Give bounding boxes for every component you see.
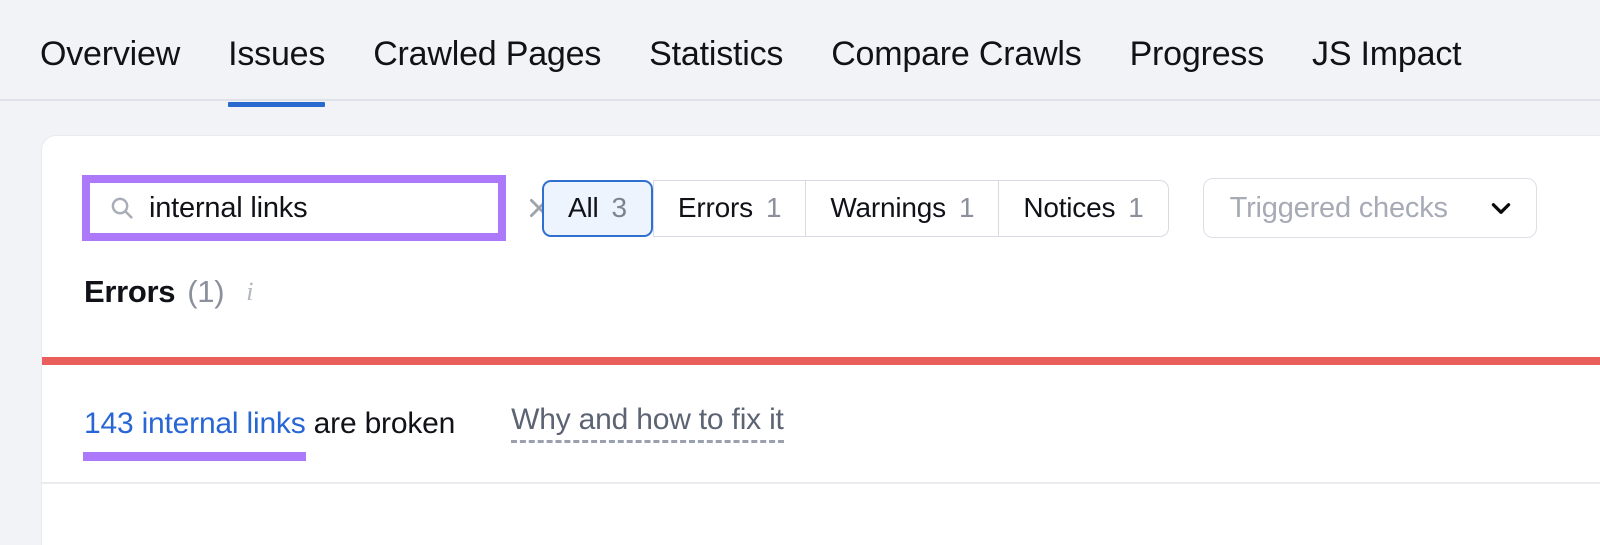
table-row: 143 internal links are broken Why and ho… <box>42 365 1600 484</box>
issue-filter-group: All 3 Errors 1 Warnings 1 Notices 1 <box>542 179 1169 237</box>
main-navigation: Overview Issues Crawled Pages Statistics… <box>0 0 1600 107</box>
filter-all-label: All <box>568 192 599 223</box>
search-field-highlight <box>82 175 548 241</box>
errors-section-heading: Errors (1) i <box>42 246 1600 310</box>
triggered-checks-dropdown[interactable]: Triggered checks <box>1202 178 1537 238</box>
errors-count: (1) <box>187 274 225 309</box>
error-severity-bar <box>42 357 1600 365</box>
filter-notices-label: Notices <box>1023 192 1116 223</box>
search-field[interactable] <box>90 183 548 233</box>
filter-notices[interactable]: Notices 1 <box>998 179 1169 237</box>
filter-warnings[interactable]: Warnings 1 <box>805 179 999 237</box>
filter-errors-count: 1 <box>765 192 782 223</box>
search-icon <box>109 195 135 221</box>
issue-description: 143 internal links are broken <box>84 407 455 441</box>
issue-rest-text: are broken <box>305 406 456 440</box>
issue-link[interactable]: 143 internal links <box>84 407 306 440</box>
filter-all[interactable]: All 3 <box>542 179 653 237</box>
search-input[interactable] <box>149 191 526 225</box>
tab-compare-crawls[interactable]: Compare Crawls <box>831 0 1082 105</box>
filter-warnings-count: 1 <box>958 192 975 223</box>
filter-errors[interactable]: Errors 1 <box>652 179 806 237</box>
chevron-down-icon <box>1488 195 1514 221</box>
triggered-checks-label: Triggered checks <box>1229 191 1448 224</box>
info-icon[interactable]: i <box>246 277 253 307</box>
tab-statistics[interactable]: Statistics <box>649 0 783 105</box>
filter-notices-count: 1 <box>1128 192 1144 223</box>
tab-progress[interactable]: Progress <box>1130 0 1265 105</box>
tab-js-impact[interactable]: JS Impact <box>1312 0 1462 105</box>
page-title: Errors <box>84 274 176 309</box>
why-and-how-to-fix-it-link[interactable]: Why and how to fix it <box>511 404 784 444</box>
tab-crawled-pages[interactable]: Crawled Pages <box>373 0 601 105</box>
filter-all-count: 3 <box>611 192 628 223</box>
filter-warnings-label: Warnings <box>830 192 946 223</box>
filter-errors-label: Errors <box>677 192 753 223</box>
issues-toolbar: All 3 Errors 1 Warnings 1 Notices 1 Trig… <box>42 136 1600 246</box>
tab-issues[interactable]: Issues <box>228 0 325 107</box>
tab-overview[interactable]: Overview <box>40 0 180 105</box>
issues-panel: All 3 Errors 1 Warnings 1 Notices 1 Trig… <box>42 136 1600 545</box>
